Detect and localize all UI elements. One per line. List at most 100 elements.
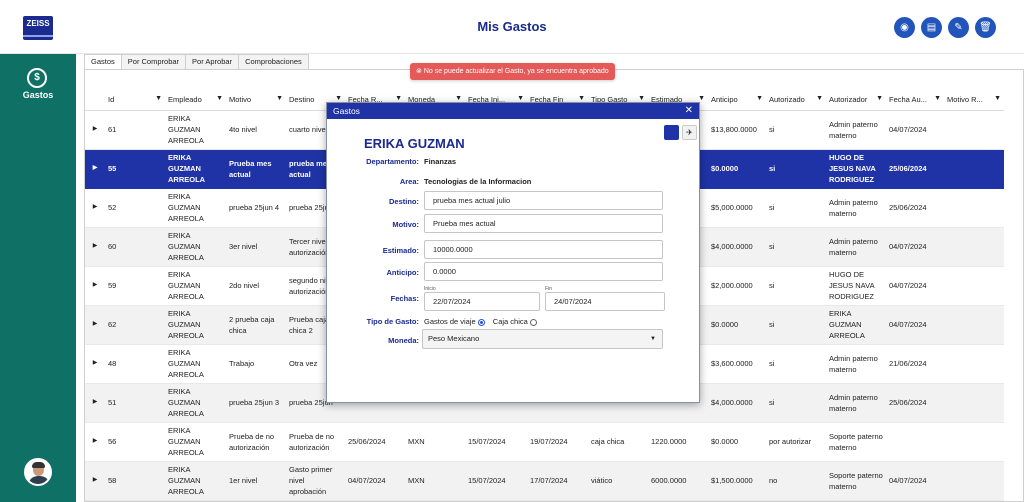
avatar[interactable]	[24, 458, 52, 486]
tab-por-comprobar[interactable]: Por Comprobar	[120, 54, 187, 69]
radio-gastos-viaje[interactable]	[477, 318, 485, 326]
column-header[interactable]: Empleado ▼	[165, 90, 226, 111]
column-header-label: Destino	[289, 95, 315, 105]
document-icon: ▤	[926, 22, 937, 33]
expand-row-icon[interactable]: ▶	[85, 110, 105, 150]
fecha-fin-input[interactable]: 24/07/2024	[545, 292, 665, 311]
expand-row-icon[interactable]: ▶	[85, 227, 105, 267]
filter-icon[interactable]: ▼	[756, 95, 763, 102]
anticipo-label: Anticipo:	[386, 268, 420, 277]
table-cell	[944, 266, 1004, 306]
dialog-title: Gastos	[333, 106, 360, 116]
table-cell: si	[766, 266, 826, 306]
table-cell: ERIKA GUZMAN ARREOLA	[165, 461, 226, 501]
filter-icon[interactable]: ▼	[994, 95, 1001, 102]
filter-icon[interactable]: ▼	[638, 95, 645, 102]
table-cell: Soporte paterno materno	[826, 422, 886, 462]
column-header[interactable]: Motivo ▼	[226, 90, 286, 111]
dialog-header: Gastos ✕	[327, 103, 699, 119]
filter-icon[interactable]: ▼	[216, 95, 223, 102]
filter-icon[interactable]: ▼	[816, 95, 823, 102]
table-cell: caja chica	[588, 422, 648, 462]
destino-label: Destino:	[389, 197, 419, 206]
plane-icon: ✈	[686, 128, 693, 137]
area-label: Area:	[399, 177, 419, 186]
expand-row-icon[interactable]: ▶	[85, 422, 105, 462]
table-cell: si	[766, 149, 826, 189]
radio-gastos-viaje-label: Gastos de viaje	[424, 317, 476, 326]
motivo-input[interactable]: Prueba mes actual	[424, 214, 663, 233]
expand-row-icon[interactable]: ▶	[85, 305, 105, 345]
table-cell: Prueba mes actual	[226, 149, 286, 189]
tab-gastos[interactable]: Gastos	[84, 54, 122, 69]
column-header[interactable]: Anticipo ▼	[708, 90, 766, 111]
delete-button[interactable]: 🗑	[975, 17, 996, 38]
expand-row-icon[interactable]: ▶	[85, 188, 105, 228]
edit-icon: ✎	[954, 22, 963, 33]
filter-icon[interactable]: ▼	[455, 95, 462, 102]
view-button[interactable]: ◉	[894, 17, 915, 38]
table-cell: $5,000.0000	[708, 188, 766, 228]
fecha-inicio-input[interactable]: 22/07/2024	[424, 292, 540, 311]
table-cell: 52	[105, 188, 165, 228]
table-cell: 25/06/2024	[886, 188, 944, 228]
table-cell	[944, 188, 1004, 228]
edit-button[interactable]: ✎	[948, 17, 969, 38]
filter-icon[interactable]: ▼	[335, 95, 342, 102]
table-row[interactable]: ▶ 58 ERIKA GUZMAN ARREOLA 1er nivel Gasto pr…	[85, 461, 1004, 501]
table-cell: si	[766, 383, 826, 423]
filter-icon[interactable]: ▼	[276, 95, 283, 102]
estimado-input[interactable]: 10000.0000	[424, 240, 663, 259]
moneda-selected-value: Peso Mexicano	[428, 334, 480, 343]
table-cell: $0.0000	[708, 149, 766, 189]
column-header[interactable]: Autorizado ▼	[766, 90, 826, 111]
filter-icon[interactable]: ▼	[517, 95, 524, 102]
save-button[interactable]	[664, 125, 679, 140]
filter-icon[interactable]: ▼	[578, 95, 585, 102]
table-cell: 56	[105, 422, 165, 462]
table-cell: 48	[105, 344, 165, 384]
table-cell: si	[766, 305, 826, 345]
expand-row-icon[interactable]: ▶	[85, 461, 105, 501]
column-header[interactable]: Autorizador ▼	[826, 90, 886, 111]
table-cell: ERIKA GUZMAN ARREOLA	[826, 305, 886, 345]
send-button[interactable]: ✈	[682, 125, 697, 140]
money-icon[interactable]: $	[27, 68, 47, 88]
filter-icon[interactable]: ▼	[934, 95, 941, 102]
filter-icon[interactable]: ▼	[155, 95, 162, 102]
column-header[interactable]: Fecha Au... ▼	[886, 90, 944, 111]
radio-caja-chica[interactable]	[529, 318, 537, 326]
column-header[interactable]: Id ▼	[105, 90, 165, 111]
filter-icon[interactable]: ▼	[876, 95, 883, 102]
tab-bar: Gastos Por Comprobar Por Aprobar Comprob…	[84, 54, 309, 69]
moneda-select[interactable]: Peso Mexicano ▼	[422, 329, 663, 349]
document-button[interactable]: ▤	[921, 17, 942, 38]
anticipo-input[interactable]: 0.0000	[424, 262, 663, 281]
table-cell	[944, 227, 1004, 267]
table-row[interactable]: ▶ 56 ERIKA GUZMAN ARREOLA Prueba de no auto…	[85, 422, 1004, 462]
destino-input[interactable]: prueba mes actual julio	[424, 191, 663, 210]
table-cell	[944, 461, 1004, 501]
expand-row-icon[interactable]: ▶	[85, 149, 105, 189]
table-cell: $0.0000	[708, 422, 766, 462]
fechas-label: Fechas:	[390, 294, 419, 303]
tab-comprobaciones[interactable]: Comprobaciones	[238, 54, 309, 69]
filter-icon[interactable]: ▼	[395, 95, 402, 102]
sidebar-item-gastos[interactable]: Gastos	[0, 90, 76, 100]
table-cell	[944, 110, 1004, 150]
expand-row-icon[interactable]: ▶	[85, 266, 105, 306]
column-header[interactable]: Motivo R... ▼	[944, 90, 1004, 111]
table-cell: 17/07/2024	[527, 461, 588, 501]
error-icon: ⊗	[416, 68, 422, 75]
expand-row-icon[interactable]: ▶	[85, 344, 105, 384]
filter-icon[interactable]: ▼	[698, 95, 705, 102]
column-header-label: Anticipo	[711, 95, 738, 105]
table-cell: 62	[105, 305, 165, 345]
close-icon[interactable]: ✕	[685, 103, 693, 119]
expand-column-header	[85, 90, 105, 111]
table-cell: 04/07/2024	[345, 461, 405, 501]
table-cell: 04/07/2024	[886, 110, 944, 150]
table-cell: 58	[105, 461, 165, 501]
tab-por-aprobar[interactable]: Por Aprobar	[185, 54, 240, 69]
expand-row-icon[interactable]: ▶	[85, 383, 105, 423]
